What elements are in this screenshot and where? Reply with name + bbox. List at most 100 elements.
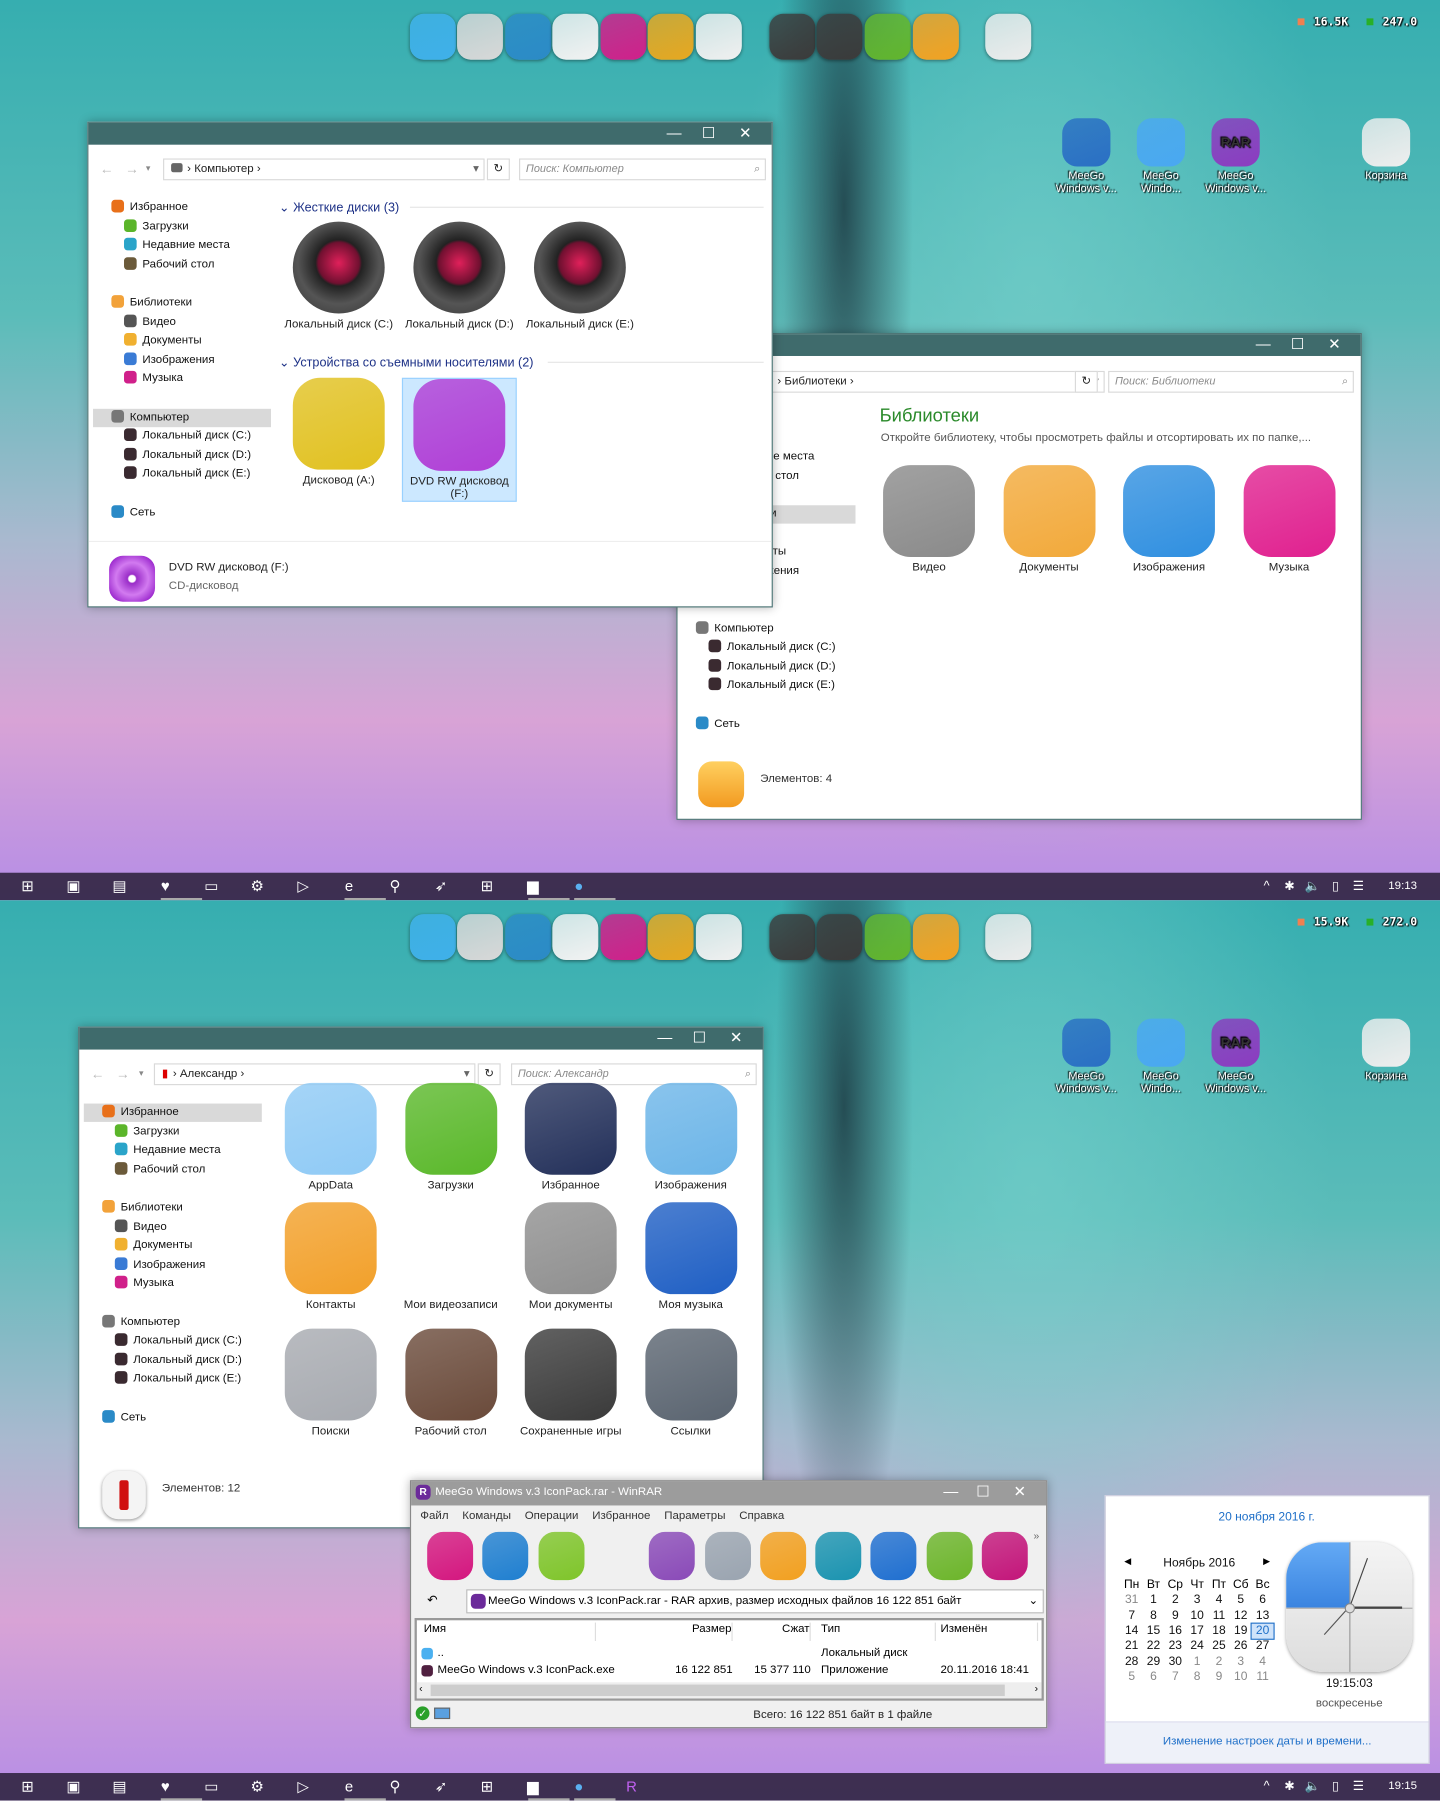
add-icon[interactable] [427, 1531, 474, 1581]
calendar-day[interactable]: 19 [1230, 1624, 1252, 1639]
calendar-day[interactable]: 24 [1186, 1639, 1208, 1654]
calendar-day[interactable]: 1 [1186, 1654, 1208, 1669]
desktop-icon[interactable]: MeeGo Windows v... [1051, 1018, 1122, 1096]
calendar-day[interactable]: 11 [1252, 1669, 1274, 1684]
wizard-icon[interactable] [759, 1531, 806, 1581]
view-icon[interactable] [594, 1532, 640, 1580]
messenger-icon[interactable] [409, 13, 456, 60]
media-player-icon[interactable]: ▣ [64, 877, 82, 895]
network-icon[interactable]: ▯ [1326, 1778, 1344, 1796]
menu-item[interactable]: Операции [525, 1510, 579, 1523]
nav-item[interactable]: Загрузки [98, 1123, 262, 1141]
maximize-button[interactable]: ☐ [691, 123, 725, 145]
desktop-icon[interactable]: Корзина [1350, 1018, 1421, 1083]
task-manager-icon[interactable]: ▤ [110, 877, 128, 895]
folder-item[interactable]: Рабочий стол [393, 1328, 508, 1438]
internet-explorer-icon[interactable]: e [340, 877, 358, 895]
nav-item[interactable]: Локальный диск (E:) [107, 466, 271, 484]
prev-month-button[interactable]: ◀ [1124, 1556, 1131, 1566]
local-disk-icon[interactable] [769, 13, 816, 60]
start-button[interactable]: ⊞ [18, 1778, 36, 1796]
find-icon[interactable] [704, 1531, 751, 1581]
calendar-day[interactable]: 4 [1252, 1654, 1274, 1669]
floppy-drive[interactable]: Дисковод (A:) [281, 377, 396, 487]
horizontal-scrollbar[interactable]: ‹ › [416, 1682, 1042, 1699]
library-3[interactable]: Музыка [1232, 465, 1347, 574]
nav-item[interactable]: Библиотеки [84, 1199, 262, 1217]
network-icon[interactable]: ▯ [1326, 877, 1344, 895]
up-folder-button[interactable]: ↶ [427, 1593, 438, 1608]
play-icon[interactable]: ▷ [294, 877, 312, 895]
calendar-day[interactable]: 27 [1252, 1639, 1274, 1654]
calendar-day[interactable]: 12 [1230, 1608, 1252, 1623]
column-header[interactable]: Тип [821, 1622, 936, 1641]
calendar-day[interactable]: 3 [1186, 1593, 1208, 1608]
title-bar[interactable]: R MeeGo Windows v.3 IconPack.rar - WinRA… [411, 1481, 1047, 1506]
info-user-icon[interactable] [815, 1531, 862, 1581]
menu-item[interactable]: Файл [420, 1510, 448, 1523]
forward-button[interactable]: → [116, 1066, 130, 1082]
group-header-hard-drives[interactable]: ⌄ Жесткие диски (3) [279, 200, 399, 215]
close-button[interactable]: ✕ [728, 123, 762, 145]
repair-icon[interactable] [870, 1531, 917, 1581]
power-icon[interactable] [981, 1531, 1028, 1581]
calendar-day[interactable]: 2 [1164, 1593, 1186, 1608]
nav-item[interactable]: Локальный диск (D:) [691, 658, 855, 676]
globe-icon[interactable] [505, 914, 552, 961]
nav-item[interactable]: Музыка [107, 370, 271, 388]
calendar-day[interactable]: 8 [1186, 1669, 1208, 1684]
start-button[interactable]: ⊞ [18, 877, 36, 895]
folder-icon[interactable] [912, 914, 959, 961]
calendar-day[interactable]: 11 [1208, 1608, 1230, 1623]
local-disk[interactable]: Локальный диск (C:) [281, 221, 396, 331]
minimize-button[interactable]: — [1246, 334, 1280, 356]
title-bar[interactable]: — ☐ ✕ [88, 122, 772, 145]
back-button[interactable]: ← [91, 1066, 105, 1082]
shield-icon[interactable]: ♥ [156, 877, 174, 895]
desktop-icon[interactable]: RAR MeeGo Windows v... [1200, 118, 1271, 195]
settings-icon[interactable]: ⚙ [248, 1778, 266, 1796]
column-header[interactable]: Имя [424, 1622, 596, 1641]
desktop-icon[interactable]: MeeGo Windo... [1125, 1018, 1196, 1096]
calendar-day[interactable]: 6 [1143, 1669, 1165, 1684]
folder-item[interactable]: Поиски [273, 1328, 388, 1438]
nav-item[interactable]: Компьютер [84, 1313, 262, 1331]
nav-item[interactable]: Видео [107, 313, 271, 331]
nav-item[interactable]: Локальный диск (E:) [691, 677, 855, 695]
path-dropdown[interactable]: MeeGo Windows v.3 IconPack.rar - RAR арх… [466, 1589, 1044, 1614]
menu-item[interactable]: Избранное [592, 1510, 650, 1523]
calendar-day[interactable]: 10 [1230, 1669, 1252, 1684]
calendar-day[interactable]: 5 [1230, 1593, 1252, 1608]
maximize-button[interactable]: ☐ [966, 1481, 1000, 1503]
nav-item[interactable]: Избранное [93, 199, 271, 217]
folder-icon[interactable] [912, 13, 959, 60]
search-input[interactable]: Поиск: Библиотеки ⌕ [1108, 370, 1354, 393]
dvd-drive[interactable]: DVD RW дисковод (F:) [401, 377, 517, 502]
menu-item[interactable]: Команды [462, 1510, 511, 1523]
nav-item[interactable]: Локальный диск (C:) [107, 427, 271, 445]
library-1[interactable]: Документы [992, 465, 1107, 574]
nav-item[interactable]: Недавние места [98, 1142, 262, 1160]
windows-icon[interactable]: ⊞ [478, 877, 496, 895]
calendar-day[interactable]: 23 [1164, 1639, 1186, 1654]
recent-locations-button[interactable]: ▾ [139, 1068, 144, 1078]
system-disk-icon[interactable] [816, 13, 863, 60]
address-bar[interactable]: › Библиотеки ›▾ [769, 370, 1105, 393]
notifications-icon[interactable]: ☰ [1349, 877, 1367, 895]
local-disk[interactable]: Локальный диск (E:) [522, 221, 637, 331]
extract-icon[interactable] [482, 1531, 529, 1581]
bug-icon[interactable]: ✱ [1280, 877, 1298, 895]
close-button[interactable]: ✕ [719, 1028, 753, 1050]
menu-item[interactable]: Справка [739, 1510, 784, 1523]
globe-icon[interactable]: ● [570, 1778, 588, 1796]
back-button[interactable]: ← [100, 161, 114, 177]
search-input[interactable]: Поиск: Компьютер ⌕ [519, 158, 766, 181]
calendar-day[interactable]: 31 [1121, 1593, 1143, 1608]
folder-item[interactable]: Избранное [513, 1082, 628, 1192]
bug-icon[interactable]: ✱ [1280, 1778, 1298, 1796]
date-title[interactable]: 20 ноября 2016 г. [1106, 1510, 1428, 1524]
calendar-day[interactable]: 13 [1252, 1608, 1274, 1623]
date-time-settings-link[interactable]: Изменение настроек даты и времени... [1106, 1735, 1429, 1748]
clock[interactable]: 19:13 [1388, 880, 1417, 893]
help-icon[interactable] [695, 13, 742, 60]
